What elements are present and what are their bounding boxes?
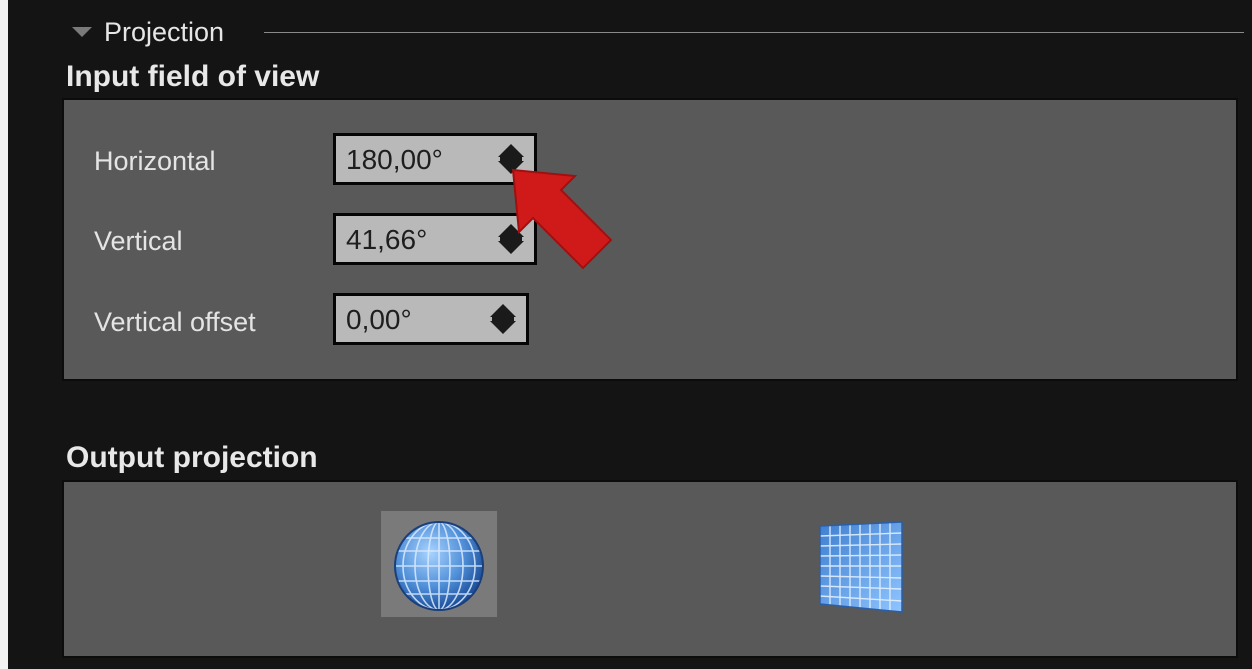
horizontal-fov-value[interactable]: 180,00° <box>346 145 443 175</box>
window-edge <box>0 0 8 669</box>
arrow-shape <box>511 168 613 270</box>
triangle-down-icon[interactable] <box>72 27 92 37</box>
vertical-offset-label: Vertical offset <box>94 307 256 337</box>
input-fov-group <box>62 98 1238 381</box>
vertical-label: Vertical <box>94 226 183 256</box>
output-projection-title: Output projection <box>66 441 318 474</box>
spin-up-down-icon[interactable] <box>490 304 516 336</box>
spin-up-arrow[interactable] <box>498 144 524 157</box>
flat-projection-icon <box>819 521 903 613</box>
sphere-projection-icon <box>394 521 484 611</box>
input-fov-title: Input field of view <box>66 60 320 93</box>
section-title: Projection <box>104 17 225 47</box>
red-pointer-arrow <box>511 168 613 270</box>
spin-up-arrow[interactable] <box>490 304 516 317</box>
projection-section-header[interactable]: Projection <box>64 12 1244 48</box>
flat-projection-button[interactable] <box>798 516 908 616</box>
output-projection-group <box>62 480 1238 658</box>
vertical-offset-spinbox[interactable]: 0,00° <box>333 293 529 345</box>
spin-down-arrow[interactable] <box>490 321 516 334</box>
sphere-projection-button[interactable] <box>381 511 497 617</box>
section-divider <box>264 32 1244 33</box>
screenshot-frame: Projection Input field of view Horizonta… <box>0 0 1252 669</box>
vertical-offset-value[interactable]: 0,00° <box>346 305 412 335</box>
vertical-fov-value[interactable]: 41,66° <box>346 225 427 255</box>
horizontal-label: Horizontal <box>94 146 216 176</box>
